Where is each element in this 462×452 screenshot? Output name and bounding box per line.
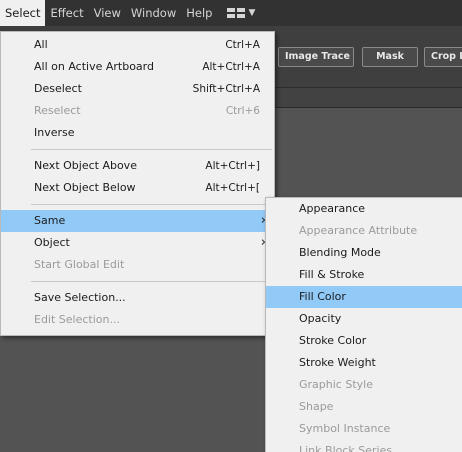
menu-item-label: All [34,38,48,51]
mask-button[interactable]: Mask [362,47,418,67]
menu-item-label: All on Active Artboard [34,60,154,73]
menu-separator [31,281,272,282]
menu-item-label: Save Selection... [34,291,126,304]
grid-icon [227,8,246,18]
menu-item-shortcut: Ctrl+6 [225,105,260,117]
menu-item-shortcut: Alt+Ctrl+[ [205,182,260,194]
submenu-item-label: Graphic Style [299,378,373,391]
submenu-item-label: Stroke Color [299,334,367,347]
submenu-item-appearance-attribute: Appearance Attribute [266,220,462,242]
submenu-item-label: Appearance [299,202,366,215]
menu-item-object[interactable]: Object › [1,232,274,254]
menu-select[interactable]: Select [0,0,46,26]
menu-item-label: Next Object Below [34,181,136,194]
submenu-item-appearance[interactable]: Appearance [266,198,462,220]
menu-item-edit-selection: Edit Selection... [1,309,274,331]
submenu-item-shape: Shape [266,396,462,418]
menu-item-next-object-below[interactable]: Next Object Below Alt+Ctrl+[ [1,177,274,199]
menu-item-label: Same [34,214,66,227]
submenu-item-stroke-color[interactable]: Stroke Color [266,330,462,352]
submenu-item-label: Symbol Instance [299,422,391,435]
menu-separator [31,204,272,205]
crop-image-button[interactable]: Crop Image [424,47,462,67]
submenu-item-label: Link Block Series [299,444,393,452]
menu-separator [31,149,272,150]
menu-item-shortcut: Alt+Ctrl+A [202,61,260,73]
menu-item-label: Next Object Above [34,159,137,172]
menu-item-next-object-above[interactable]: Next Object Above Alt+Ctrl+] [1,155,274,177]
submenu-item-stroke-weight[interactable]: Stroke Weight [266,352,462,374]
menu-bar: Select Effect View Window Help ▼ [0,0,462,26]
menu-item-shortcut: Ctrl+A [225,39,260,51]
submenu-item-label: Fill Color [299,290,346,303]
menu-item-reselect: Reselect Ctrl+6 [1,100,274,122]
menu-item-shortcut: Alt+Ctrl+] [205,160,260,172]
menu-item-start-global-edit: Start Global Edit [1,254,274,276]
submenu-item-link-block-series: Link Block Series [266,440,462,452]
submenu-item-label: Shape [299,400,334,413]
submenu-item-fill-stroke[interactable]: Fill & Stroke [266,264,462,286]
menu-item-label: Deselect [34,82,82,95]
submenu-item-fill-color[interactable]: Fill Color [266,286,462,308]
menu-item-label: Object [34,236,70,249]
menu-view[interactable]: View [89,0,126,26]
menu-item-shortcut: Shift+Ctrl+A [192,83,260,95]
menu-item-same[interactable]: Same › [1,210,274,232]
submenu-item-label: Fill & Stroke [299,268,365,281]
menu-item-all-on-active-artboard[interactable]: All on Active Artboard Alt+Ctrl+A [1,56,274,78]
menu-item-label: Edit Selection... [34,313,120,326]
submenu-item-graphic-style: Graphic Style [266,374,462,396]
submenu-item-blending-mode[interactable]: Blending Mode [266,242,462,264]
chevron-down-icon: ▼ [248,8,256,18]
submenu-item-label: Stroke Weight [299,356,376,369]
submenu-item-label: Blending Mode [299,246,381,259]
same-submenu: Appearance Appearance Attribute Blending M… [265,197,462,452]
submenu-item-label: Appearance Attribute [299,224,418,237]
menu-item-inverse[interactable]: Inverse [1,122,274,144]
menu-item-deselect[interactable]: Deselect Shift+Ctrl+A [1,78,274,100]
submenu-item-opacity[interactable]: Opacity [266,308,462,330]
menu-effect[interactable]: Effect [45,0,88,26]
menu-item-label: Start Global Edit [34,258,125,271]
menu-window[interactable]: Window [126,0,181,26]
menu-item-label: Reselect [34,104,81,117]
select-menu: All Ctrl+A All on Active Artboard Alt+Ctrl+… [0,31,275,336]
menu-help[interactable]: Help [181,0,217,26]
workspace-switcher[interactable]: ▼ [227,8,255,18]
menu-item-save-selection[interactable]: Save Selection... [1,287,274,309]
menu-item-label: Inverse [34,126,75,139]
menu-item-all[interactable]: All Ctrl+A [1,34,274,56]
image-trace-label: Image Trace [285,51,351,62]
image-trace-button[interactable]: Image Trace ˅ [278,47,354,67]
submenu-item-symbol-instance: Symbol Instance [266,418,462,440]
submenu-item-label: Opacity [299,312,342,325]
